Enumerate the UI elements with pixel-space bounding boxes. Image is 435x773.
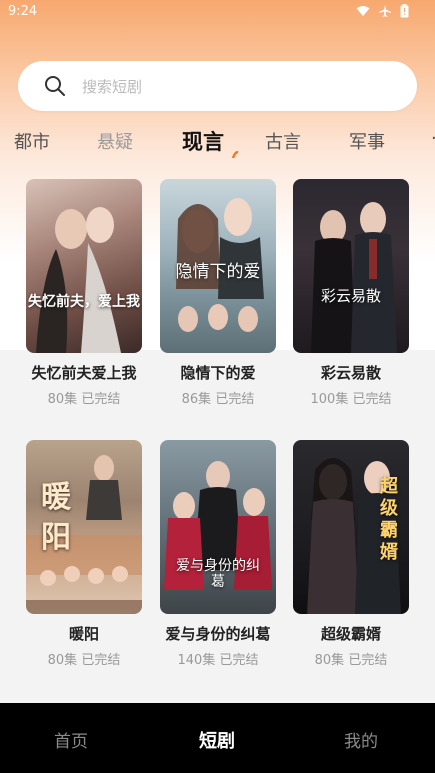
poster-art xyxy=(311,202,397,353)
poster-title-text: 超级霸婿 xyxy=(380,476,398,563)
completion-status: 已完结 xyxy=(219,653,259,668)
episode-count: 100集 xyxy=(310,392,349,407)
drama-title[interactable]: 彩云易散 xyxy=(273,362,429,383)
episode-count: 140集 xyxy=(177,653,216,668)
drama-meta: 80集 已完结 xyxy=(6,649,162,668)
poster-title-text: 失忆前夫，爱上我 xyxy=(28,294,140,310)
nav-short-drama[interactable]: 短剧 xyxy=(199,727,235,753)
poster-title-text: 暖阳 xyxy=(41,480,71,555)
episode-count: 80集 xyxy=(47,653,78,668)
search-bar[interactable] xyxy=(18,61,417,111)
drama-poster[interactable]: 爱与身份的纠葛 xyxy=(160,440,276,614)
search-input[interactable] xyxy=(80,73,384,101)
poster-title-text: 隐情下的爱 xyxy=(175,262,261,282)
wifi-icon xyxy=(356,5,370,21)
poster-art xyxy=(36,207,121,353)
status-bar: 9:24 xyxy=(0,0,435,24)
nav-home[interactable]: 首页 xyxy=(54,727,88,752)
drama-title[interactable]: 暖阳 xyxy=(6,623,162,644)
completion-status: 已完结 xyxy=(81,653,121,668)
drama-poster[interactable]: 超级霸婿 xyxy=(293,440,409,614)
tab-dushi[interactable]: 都市 xyxy=(14,128,50,154)
status-time: 9:24 xyxy=(8,4,38,19)
drama-poster[interactable]: 失忆前夫，爱上我 xyxy=(26,179,142,353)
bottom-navigation: 首页 短剧 我的 xyxy=(0,703,435,773)
episode-count: 80集 xyxy=(47,392,78,407)
tab-xuanyi[interactable]: 悬疑 xyxy=(97,128,133,154)
battery-icon xyxy=(400,4,409,22)
drama-poster[interactable]: 隐情下的爱 xyxy=(160,179,276,353)
airplane-icon xyxy=(378,4,392,22)
nav-mine[interactable]: 我的 xyxy=(344,727,378,752)
category-tabs: 都市 悬疑 现言 古言 军事 · xyxy=(0,124,435,158)
tab-overflow-partial: · xyxy=(431,128,435,149)
drama-poster[interactable]: 彩云易散 xyxy=(293,179,409,353)
poster-title-text: 彩云易散 xyxy=(320,287,381,305)
episode-count: 86集 xyxy=(181,392,212,407)
poster-title-text: 爱与身份的纠葛 xyxy=(176,558,260,590)
completion-status: 已完结 xyxy=(348,653,388,668)
drama-meta: 100集 已完结 xyxy=(273,388,429,407)
episode-count: 80集 xyxy=(314,653,345,668)
search-icon xyxy=(44,75,66,101)
drama-meta: 80集 已完结 xyxy=(6,388,162,407)
completion-status: 已完结 xyxy=(81,392,121,407)
tab-junshi[interactable]: 军事 xyxy=(349,128,385,154)
completion-status: 已完结 xyxy=(215,392,255,407)
drama-meta: 80集 已完结 xyxy=(273,649,429,668)
tab-guyan[interactable]: 古言 xyxy=(265,128,301,154)
tab-xianyan[interactable]: 现言 xyxy=(182,126,224,156)
drama-title[interactable]: 失忆前夫爱上我 xyxy=(6,362,162,383)
drama-poster[interactable]: 暖阳 xyxy=(26,440,142,614)
drama-title[interactable]: 超级霸婿 xyxy=(273,623,429,644)
completion-status: 已完结 xyxy=(352,392,392,407)
active-tab-indicator xyxy=(231,146,239,158)
